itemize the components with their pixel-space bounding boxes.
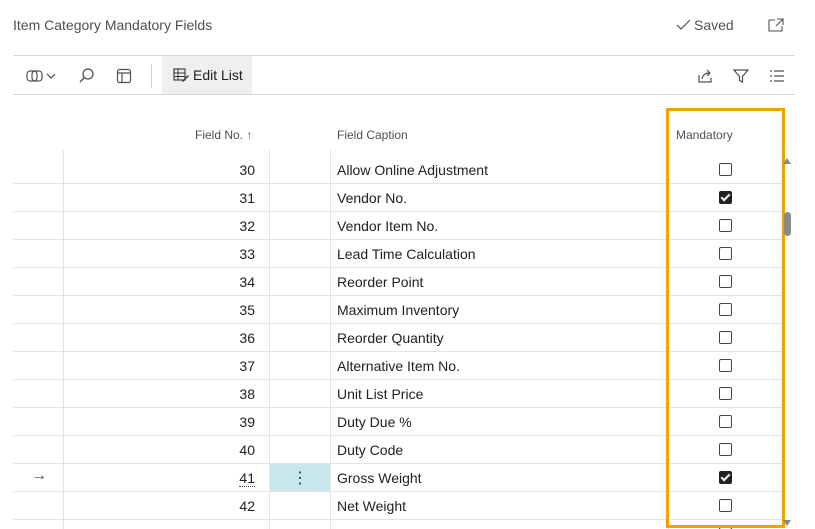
field-caption-cell[interactable]: Reorder Quantity (337, 330, 444, 346)
list-options-button[interactable] (767, 62, 787, 90)
field-caption-cell[interactable]: Net Weight (337, 498, 406, 514)
scroll-up-arrow[interactable] (783, 158, 791, 164)
field-no-value: 37 (239, 358, 255, 374)
select-mode-icon (26, 70, 56, 82)
field-no-cell[interactable]: 39 (13, 414, 255, 430)
view-button[interactable] (114, 62, 134, 90)
select-mode-button[interactable] (24, 62, 60, 90)
page-title: Item Category Mandatory Fields (13, 17, 213, 33)
field-caption-cell[interactable]: Maximum Inventory (337, 302, 459, 318)
field-no-cell[interactable]: 33 (13, 246, 255, 262)
field-no-value: 42 (239, 498, 255, 514)
field-no-cell[interactable]: 32 (13, 218, 255, 234)
field-no-cell[interactable]: 40 (13, 442, 255, 458)
filter-button[interactable] (731, 62, 751, 90)
column-field-no-label: Field No. (195, 128, 244, 142)
sort-ascending-icon: ↑ (246, 128, 253, 142)
filter-icon (733, 69, 749, 83)
scroll-down-arrow[interactable] (783, 520, 791, 526)
field-caption-cell[interactable]: Gross Weight (337, 470, 422, 486)
field-caption-cell[interactable]: Duty Due % (337, 414, 412, 430)
list-options-icon (770, 70, 784, 82)
column-header-field-caption[interactable]: Field Caption (337, 128, 408, 142)
field-no-value: 33 (239, 246, 255, 262)
edit-list-button[interactable]: Edit List (162, 56, 252, 94)
toolbar-divider (13, 94, 795, 95)
scrollbar-thumb[interactable] (784, 212, 791, 236)
search-icon (79, 68, 94, 83)
edit-list-icon (173, 68, 189, 82)
share-button[interactable] (694, 62, 716, 90)
field-caption-cell[interactable]: Vendor Item No. (337, 218, 438, 234)
header-divider (13, 55, 795, 56)
field-caption-cell[interactable]: Allow Online Adjustment (337, 162, 488, 178)
search-button[interactable] (76, 62, 98, 90)
field-caption-cell[interactable]: Duty Code (337, 442, 403, 458)
field-caption-cell[interactable]: Reorder Point (337, 274, 423, 290)
field-no-cell[interactable]: 41 (13, 470, 255, 487)
field-no-cell[interactable]: 30 (13, 162, 255, 178)
edit-list-label: Edit List (193, 67, 243, 83)
checkmark-icon (676, 19, 691, 30)
field-no-value: 35 (239, 302, 255, 318)
view-icon (116, 68, 132, 84)
field-no-value: 39 (239, 414, 255, 430)
saved-status: Saved (676, 17, 734, 33)
field-no-cell[interactable]: 36 (13, 330, 255, 346)
field-no-cell[interactable]: 37 (13, 358, 255, 374)
field-caption-cell[interactable]: Alternative Item No. (337, 358, 460, 374)
toolbar-separator (151, 64, 152, 88)
field-no-value: 41 (239, 470, 255, 487)
field-caption-cell[interactable]: Unit List Price (337, 386, 423, 402)
field-no-value: 31 (239, 190, 255, 206)
mandatory-column-highlight (666, 108, 785, 528)
more-vertical-icon[interactable]: ⋮ (270, 464, 330, 491)
field-no-value: 30 (239, 162, 255, 178)
field-no-value: 36 (239, 330, 255, 346)
field-no-value: 34 (239, 274, 255, 290)
popout-icon[interactable] (767, 17, 785, 33)
field-no-cell[interactable]: 38 (13, 386, 255, 402)
saved-label: Saved (694, 17, 734, 33)
field-no-value: 40 (239, 442, 255, 458)
share-icon (697, 69, 712, 83)
field-no-cell[interactable]: 35 (13, 302, 255, 318)
field-no-value: 32 (239, 218, 255, 234)
field-no-value: 38 (239, 386, 255, 402)
field-no-cell[interactable]: 31 (13, 190, 255, 206)
field-caption-cell[interactable]: Lead Time Calculation (337, 246, 476, 262)
field-no-cell[interactable]: 34 (13, 274, 255, 290)
field-no-cell[interactable]: 42 (13, 498, 255, 514)
column-header-field-no[interactable]: Field No. ↑ (195, 128, 252, 142)
field-caption-cell[interactable]: Vendor No. (337, 190, 407, 206)
